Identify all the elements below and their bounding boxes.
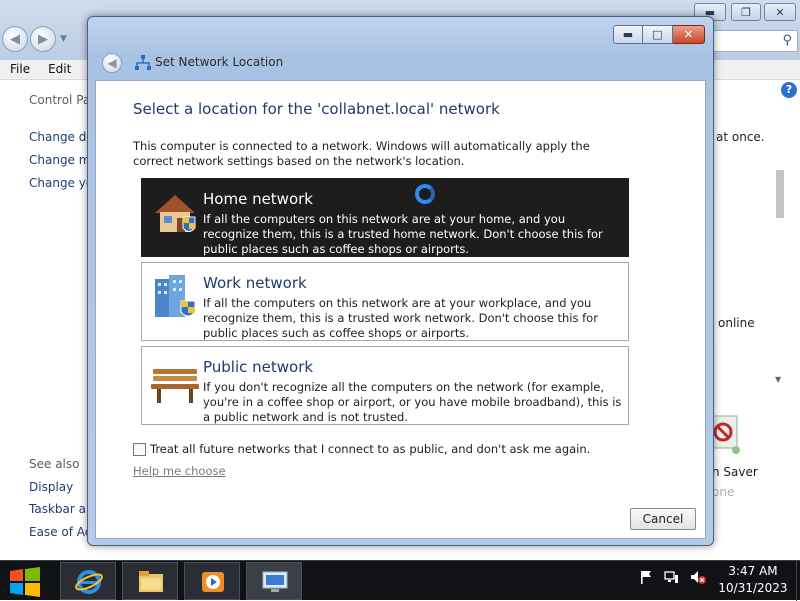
taskbar-file-explorer[interactable] [122,562,178,600]
home-network-icon [155,195,196,232]
start-button-icon[interactable] [8,567,42,597]
maximize-button[interactable]: □ [643,25,673,44]
minimize-button[interactable]: ▬ [613,25,643,44]
dialog-body: Select a location for the 'collabnet.loc… [95,80,706,539]
treat-public-checkbox[interactable] [133,442,146,456]
busy-spinner-icon [415,184,435,204]
internet-explorer-icon [75,570,103,594]
file-explorer-icon [139,571,163,592]
help-me-choose-link[interactable]: Help me choose [133,464,226,478]
search-icon[interactable]: ⚲ [782,33,792,48]
volume-muted-icon[interactable] [690,569,706,585]
bg-link-control-panel[interactable]: Control Pa [29,93,90,107]
close-button[interactable]: ✕ [673,25,705,44]
cancel-button[interactable]: Cancel [630,508,696,530]
menu-file[interactable]: File [0,60,30,79]
taskbar-media-player[interactable] [184,562,240,600]
bg-right-text-4: one [712,485,735,499]
system-tray [638,569,716,585]
taskbar-clock[interactable]: 3:47 AM 10/31/2023 [712,563,794,597]
bg-history-dropdown-icon[interactable]: ▼ [60,34,67,44]
bg-left-pane: Control Pa Change de Change me Change yo… [0,80,98,560]
set-network-location-dialog: ▬ □ ✕ ◀ Set Network Location Select a lo… [87,16,714,546]
help-icon[interactable]: ? [781,82,797,98]
bg-restore-button[interactable]: ❐ [731,3,761,21]
dialog-title: Set Network Location [155,55,284,69]
option-title: Home network [203,190,313,208]
bg-right-text-2: online [718,316,755,330]
clock-time: 3:47 AM [728,564,778,578]
bg-nav-buttons: ◀ ▶ ▼ [2,26,69,52]
treat-public-label[interactable]: Treat all future networks that I connect… [150,442,590,456]
option-home-network[interactable]: Home network If all the computers on thi… [141,178,629,257]
network-status-icon[interactable] [664,569,680,585]
network-icon [135,55,151,70]
option-title: Public network [203,358,314,376]
bg-scroll-thumb[interactable] [776,170,784,218]
bg-scroll-down-icon[interactable]: ▼ [775,375,781,384]
bg-link-taskbar[interactable]: Taskbar an [29,502,94,516]
page-title: Select a location for the 'collabnet.loc… [133,100,500,118]
option-work-network[interactable]: Work network If all the computers on thi… [141,262,629,341]
show-desktop-button[interactable] [796,561,800,601]
taskbar-network-center[interactable] [246,562,302,600]
bg-right-text-3: n Saver [712,465,758,479]
option-description: If you don't recognize all the computers… [203,380,622,424]
bg-back-button[interactable]: ◀ [2,26,28,52]
dialog-header: ◀ Set Network Location [96,47,705,79]
option-description: If all the computers on this network are… [203,296,598,340]
dialog-window-controls: ▬ □ ✕ [613,25,705,44]
taskbar: 3:47 AM 10/31/2023 [0,560,800,601]
network-center-icon [262,571,288,592]
bg-close-button[interactable]: ✕ [764,3,796,21]
treat-public-row[interactable]: Treat all future networks that I connect… [133,442,590,456]
work-network-icon [155,275,196,317]
media-player-icon [202,572,224,592]
bg-link-change-account[interactable]: Change yo [29,176,93,190]
taskbar-internet-explorer[interactable] [60,562,116,600]
menu-edit[interactable]: Edit [30,60,71,79]
public-network-icon [151,369,199,403]
bg-link-display[interactable]: Display [29,480,73,494]
back-button[interactable]: ◀ [102,53,122,73]
bg-search-input[interactable]: ⚲ [712,30,798,52]
intro-text: This computer is connected to a network.… [133,139,590,168]
action-center-flag-icon[interactable] [638,569,654,585]
option-description: If all the computers on this network are… [203,212,603,256]
bg-forward-button[interactable]: ▶ [30,26,56,52]
bg-right-text-1: at once. [716,130,765,144]
bg-see-also-label: See also [29,457,80,471]
option-public-network[interactable]: Public network If you don't recognize al… [141,346,629,425]
clock-date: 10/31/2023 [718,581,788,595]
option-title: Work network [203,274,307,292]
bg-link-change-desktop[interactable]: Change de [29,130,94,144]
